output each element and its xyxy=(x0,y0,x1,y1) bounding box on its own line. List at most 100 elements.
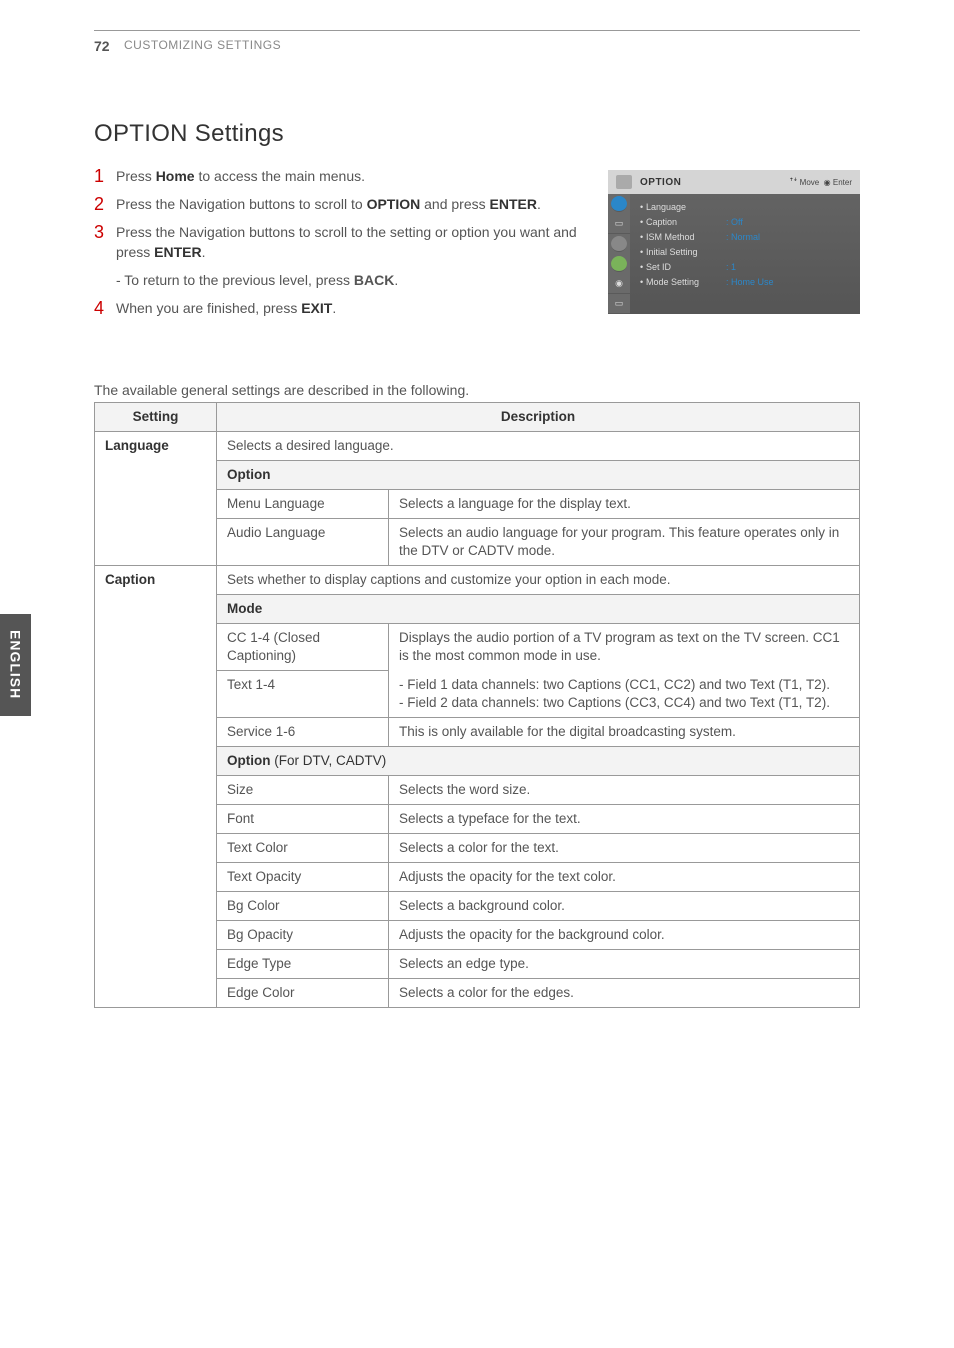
page-number: 72 xyxy=(94,38,110,54)
section-header: Option xyxy=(217,461,860,490)
text: to access the main menus. xyxy=(195,168,365,184)
sub-val: Selects an edge type. xyxy=(389,949,860,978)
step-body: Press Home to access the main menus. xyxy=(116,166,594,186)
osd-label: ISM Method xyxy=(646,230,726,245)
header-description: Description xyxy=(217,403,860,432)
osd-label: Mode Setting xyxy=(646,275,726,290)
settings-table: Setting Description Language Selects a d… xyxy=(94,402,860,1008)
header-title: CUSTOMIZING SETTINGS xyxy=(124,38,281,52)
sub-key: CC 1-4 (Closed Captioning) xyxy=(217,624,389,671)
osd-value: : Home Use xyxy=(726,275,774,290)
bold: Home xyxy=(156,168,195,184)
option-label: Option xyxy=(227,753,271,768)
setting-desc: Sets whether to display captions and cus… xyxy=(217,566,860,595)
header-rule xyxy=(94,30,860,31)
sub-key: Service 1-6 xyxy=(217,717,389,746)
sub-val: Selects a language for the display text. xyxy=(389,490,860,519)
sub-val: Selects the word size. xyxy=(389,775,860,804)
text: - To return to the previous level, press xyxy=(116,272,354,288)
step-number: 4 xyxy=(94,298,116,318)
section-header: Option (For DTV, CADTV) xyxy=(217,746,860,775)
osd-row: •Language xyxy=(640,200,850,215)
osd-title: OPTION xyxy=(640,177,681,188)
osd-value: : Normal xyxy=(726,230,760,245)
osd-row: •Mode Setting: Home Use xyxy=(640,275,850,290)
support-icon: ▭ xyxy=(608,294,630,314)
picture-icon xyxy=(611,196,627,212)
sub-val: Selects a typeface for the text. xyxy=(389,804,860,833)
sub-key: Bg Opacity xyxy=(217,920,389,949)
step-3: 3 Press the Navigation buttons to scroll… xyxy=(94,222,594,262)
osd-label: Set ID xyxy=(646,260,726,275)
sub-key: Menu Language xyxy=(217,490,389,519)
setting-name: Language xyxy=(95,432,217,566)
sub-val: Selects a color for the text. xyxy=(389,833,860,862)
language-side-tab: ENGLISH xyxy=(0,614,31,716)
osd-list: •Language •Caption: Off •ISM Method: Nor… xyxy=(630,194,860,314)
step-number: 3 xyxy=(94,222,116,262)
sub-val: Selects a color for the edges. xyxy=(389,978,860,1007)
table-row: Caption Sets whether to display captions… xyxy=(95,566,860,595)
bold: OPTION xyxy=(367,196,421,212)
text: . xyxy=(394,272,398,288)
note-line: The available general settings are descr… xyxy=(94,382,469,398)
sub-key: Audio Language xyxy=(217,519,389,566)
steps-list: 1 Press Home to access the main menus. 2… xyxy=(94,166,594,326)
step-body: Press the Navigation buttons to scroll t… xyxy=(116,194,594,214)
text: . xyxy=(332,300,336,316)
table-header-row: Setting Description xyxy=(95,403,860,432)
text: . xyxy=(202,244,206,260)
osd-body: ▭ ◉ ▭ •Language •Caption: Off •ISM Metho… xyxy=(608,194,860,314)
step-body: When you are finished, press EXIT. xyxy=(116,298,594,318)
sub-val: Selects a background color. xyxy=(389,891,860,920)
table-row: Language Selects a desired language. xyxy=(95,432,860,461)
sub-val: - Field 1 data channels: two Captions (C… xyxy=(389,671,860,718)
text: and press xyxy=(420,196,489,212)
bold: ENTER xyxy=(490,196,537,212)
osd-label: Caption xyxy=(646,215,726,230)
text: When you are finished, press xyxy=(116,300,301,316)
step-body: Press the Navigation buttons to scroll t… xyxy=(116,222,594,262)
text: Press xyxy=(116,168,156,184)
menu-icon xyxy=(616,175,632,189)
bold: ENTER xyxy=(154,244,201,260)
gear-icon xyxy=(611,236,627,252)
sub-key: Edge Color xyxy=(217,978,389,1007)
step-4: 4 When you are finished, press EXIT. xyxy=(94,298,594,318)
step-number: 1 xyxy=(94,166,116,186)
osd-value: : 1 xyxy=(726,260,736,275)
setting-name: Caption xyxy=(95,566,217,1008)
step-number: 2 xyxy=(94,194,116,214)
osd-label: Language xyxy=(646,200,726,215)
osd-row: •Caption: Off xyxy=(640,215,850,230)
setting-desc: Selects a desired language. xyxy=(217,432,860,461)
osd-row: •Set ID: 1 xyxy=(640,260,850,275)
bold: BACK xyxy=(354,272,394,288)
section-header: Mode xyxy=(217,595,860,624)
sub-key: Edge Type xyxy=(217,949,389,978)
network-icon: ◉ xyxy=(608,274,630,294)
osd-hints: ꜛꜜ Move ◉ Enter xyxy=(789,178,852,187)
step-1: 1 Press Home to access the main menus. xyxy=(94,166,594,186)
return-line: - To return to the previous level, press… xyxy=(116,270,594,290)
sub-key: Bg Color xyxy=(217,891,389,920)
option-suffix: (For DTV, CADTV) xyxy=(271,753,387,768)
sub-val: Displays the audio portion of a TV progr… xyxy=(389,624,860,671)
osd-row: •ISM Method: Normal xyxy=(640,230,850,245)
clock-icon xyxy=(611,256,627,272)
text: Press the Navigation buttons to scroll t… xyxy=(116,196,367,212)
audio-icon: ▭ xyxy=(608,214,630,234)
sub-val: Selects an audio language for your progr… xyxy=(389,519,860,566)
sub-val: This is only available for the digital b… xyxy=(389,717,860,746)
osd-row: •Initial Setting xyxy=(640,245,850,260)
sub-val: Adjusts the opacity for the background c… xyxy=(389,920,860,949)
osd-preview: OPTION ꜛꜜ Move ◉ Enter ▭ ◉ ▭ •Language •… xyxy=(608,170,860,314)
sub-key: Text Opacity xyxy=(217,862,389,891)
sub-val: Adjusts the opacity for the text color. xyxy=(389,862,860,891)
text: . xyxy=(537,196,541,212)
osd-sidebar: ▭ ◉ ▭ xyxy=(608,194,630,314)
sub-key: Text Color xyxy=(217,833,389,862)
hint-move: Move xyxy=(800,178,820,187)
header-setting: Setting xyxy=(95,403,217,432)
step-2: 2 Press the Navigation buttons to scroll… xyxy=(94,194,594,214)
